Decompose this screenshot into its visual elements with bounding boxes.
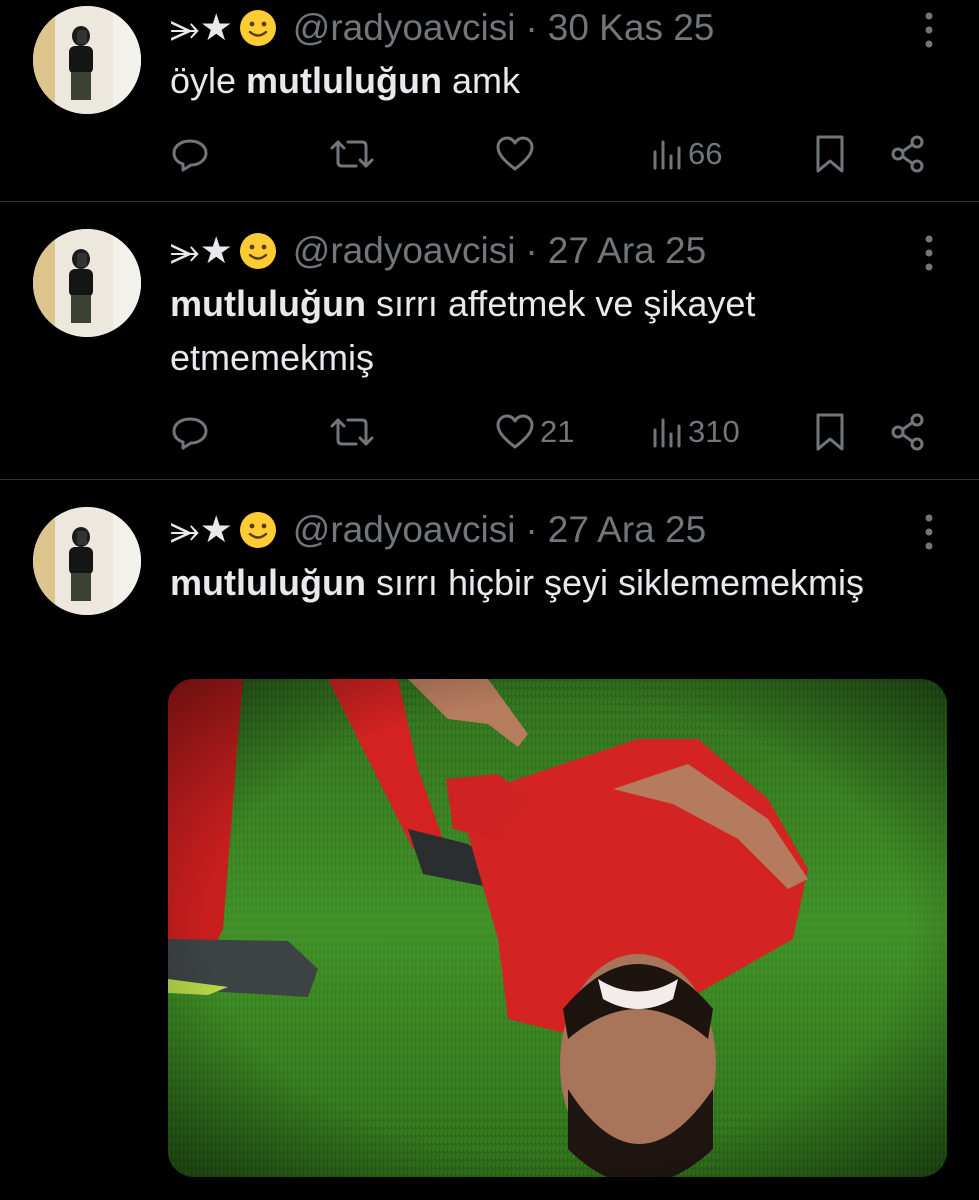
handle[interactable]: @radyoavcisi (293, 509, 516, 551)
tweet-text-bold: mutluluğun (170, 562, 366, 603)
like-icon (496, 136, 534, 171)
tweet-2[interactable]: ⭃★ @radyoavcisi · 27 Ara 25 mutluluğun s… (0, 202, 979, 478)
views-button[interactable]: 310 (650, 407, 740, 457)
tweet-text: mutluluğun sırrı affetmek ve şikayet etm… (170, 277, 890, 385)
retweet-button[interactable] (328, 407, 376, 457)
reply-icon (172, 139, 208, 172)
avatar[interactable] (33, 229, 141, 337)
share-icon (891, 135, 924, 173)
more-icon[interactable] (923, 12, 935, 48)
action-bar: 21 310 (170, 407, 940, 457)
avatar[interactable] (33, 507, 141, 615)
tweet-text: mutluluğun sırrı hiçbir şeyi siklememekm… (170, 556, 890, 610)
date[interactable]: 27 Ara 25 (548, 230, 706, 272)
like-count: 21 (540, 414, 575, 449)
retweet-icon (330, 418, 374, 446)
smile-emoji-icon (239, 233, 276, 269)
view-count: 310 (688, 414, 740, 449)
tweet-text-pre: öyle (170, 60, 247, 101)
tweet-text-bold: mutluluğun (170, 283, 366, 324)
reply-button[interactable] (170, 129, 210, 179)
avatar[interactable] (33, 6, 141, 114)
display-name[interactable]: ⭃★ (170, 508, 277, 552)
views-icon (653, 418, 681, 448)
display-name-text: ⭃★ (170, 7, 233, 48)
display-name-text: ⭃★ (170, 230, 233, 271)
like-button[interactable]: 21 (494, 407, 574, 457)
views-button[interactable]: 66 (650, 129, 722, 179)
separator-dot: · (525, 230, 538, 271)
reply-button[interactable] (170, 407, 210, 457)
view-count: 66 (688, 136, 723, 171)
tweet-1[interactable]: ⭃★ @radyoavcisi · 30 Kas 25 öyle mutlulu… (0, 0, 979, 200)
share-button[interactable] (888, 407, 928, 457)
action-bar: 66 (170, 129, 940, 179)
tweet-text: öyle mutluluğun amk (170, 54, 890, 108)
smile-emoji-icon (239, 10, 276, 46)
tweet-media-photo[interactable] (168, 679, 947, 1177)
handle[interactable]: @radyoavcisi (293, 230, 516, 272)
smile-emoji-icon (239, 512, 276, 548)
separator-dot: · (525, 7, 538, 48)
share-icon (891, 413, 924, 451)
like-button[interactable] (494, 129, 540, 179)
display-name[interactable]: ⭃★ (170, 229, 277, 273)
views-icon (653, 140, 681, 170)
reply-icon (172, 417, 208, 450)
bookmark-button[interactable] (812, 407, 848, 457)
tweet-text-post: amk (442, 60, 521, 101)
like-icon (496, 414, 534, 449)
tweet-text-post: sırrı hiçbir şeyi siklememekmiş (365, 562, 865, 603)
bookmark-button[interactable] (812, 129, 848, 179)
separator-dot: · (525, 509, 538, 550)
bookmark-icon (816, 413, 844, 451)
retweet-icon (330, 140, 374, 168)
date[interactable]: 27 Ara 25 (548, 509, 706, 551)
retweet-button[interactable] (328, 129, 376, 179)
more-icon[interactable] (923, 235, 935, 271)
tweet-text-bold: mutluluğun (246, 60, 442, 101)
bookmark-icon (816, 135, 844, 173)
display-name[interactable]: ⭃★ (170, 6, 277, 50)
share-button[interactable] (888, 129, 928, 179)
display-name-text: ⭃★ (170, 509, 233, 550)
more-icon[interactable] (923, 514, 935, 550)
date[interactable]: 30 Kas 25 (548, 7, 715, 49)
handle[interactable]: @radyoavcisi (293, 7, 516, 49)
